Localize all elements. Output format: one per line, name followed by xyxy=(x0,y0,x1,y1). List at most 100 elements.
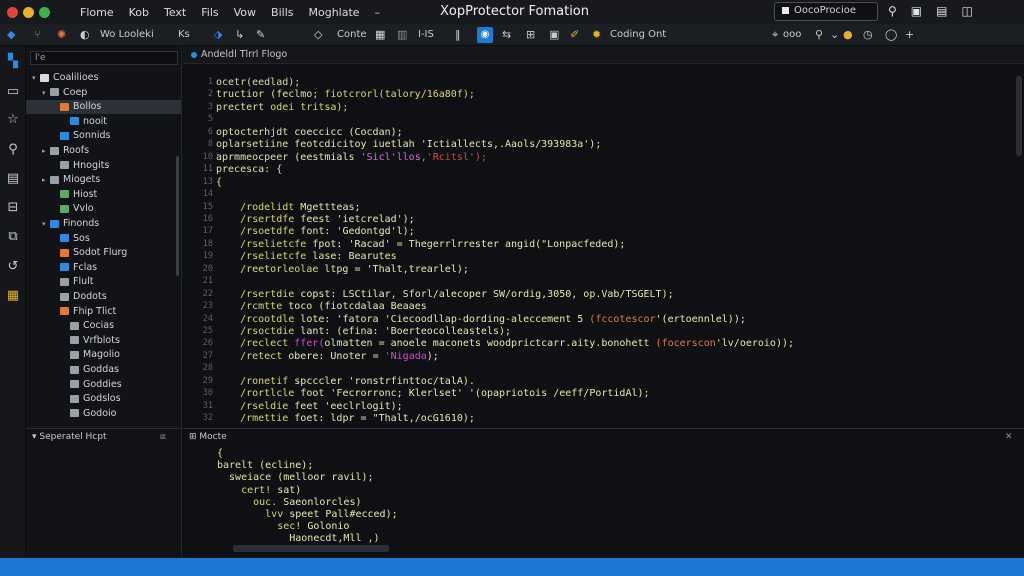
close-window-button[interactable] xyxy=(7,6,18,18)
menu-item[interactable]: Fils xyxy=(201,6,218,19)
tree-item[interactable]: Vvlo xyxy=(26,202,181,216)
code-token: coeccicc (Cocdan); xyxy=(294,126,403,138)
code-token: (ecline); xyxy=(259,460,314,472)
project-label[interactable]: Wo Looleki xyxy=(100,29,154,40)
search-icon[interactable]: ⚲ xyxy=(5,142,21,158)
tab-active-file[interactable]: Andeldl Tlrrl Flogo xyxy=(187,46,287,64)
tree-item[interactable]: Flult xyxy=(26,275,181,289)
search-icon[interactable]: ⚲ xyxy=(888,4,897,18)
tree-item[interactable]: Bollos xyxy=(26,100,181,115)
tree-item-label: Sos xyxy=(73,232,90,244)
tree-item[interactable]: Sonnids xyxy=(26,129,181,143)
tree-item[interactable]: ▾ Coalilioes xyxy=(26,71,181,85)
bug-icon[interactable]: ✺ xyxy=(57,28,66,41)
link-icon[interactable]: ◐ xyxy=(80,28,90,41)
tree-item-label: Vrfblots xyxy=(83,334,120,346)
step-icon[interactable]: ⇆ xyxy=(502,28,511,41)
tree-item[interactable]: ▾ Coep xyxy=(26,86,181,100)
menu-item[interactable]: Kob xyxy=(129,6,149,19)
packages-icon[interactable]: ▦ xyxy=(5,288,21,304)
close-icon[interactable]: ✕ xyxy=(1005,432,1013,442)
code-token: /rodelidt xyxy=(216,201,301,213)
target-icon[interactable]: ⬗ xyxy=(214,28,222,41)
branch-icon[interactable]: ⑂ xyxy=(34,28,41,41)
run-icon[interactable]: ◆ xyxy=(7,28,15,41)
sync-icon[interactable]: ◯ xyxy=(885,28,897,41)
run-label[interactable]: Conte xyxy=(337,29,367,40)
edit-icon[interactable]: ✎ xyxy=(256,28,265,41)
files-icon[interactable]: ▚ xyxy=(5,54,21,70)
doc-icon[interactable]: ▥ xyxy=(397,28,407,41)
pause-icon[interactable]: ‖ xyxy=(455,28,461,41)
grid-icon[interactable]: ⊞ xyxy=(189,432,199,442)
star-icon[interactable]: ☆ xyxy=(5,112,21,128)
panel-icon[interactable]: ▤ xyxy=(936,4,947,18)
output-scrollbar[interactable] xyxy=(233,545,389,552)
tree-item[interactable]: Godoio xyxy=(26,407,181,421)
arrow-icon[interactable]: ↳ xyxy=(235,28,244,41)
explorer-icon[interactable]: ▭ xyxy=(5,84,21,100)
source-control-icon[interactable]: ▤ xyxy=(5,171,21,187)
tree-item[interactable]: Hnogits xyxy=(26,159,181,173)
tree-item[interactable]: Goddies xyxy=(26,378,181,392)
code-line: /rselietcfe fpot: 'Racad' = Thegerrlrres… xyxy=(216,238,625,251)
pointer-icon[interactable]: ⌖ xyxy=(772,28,778,42)
dropdown-arrow-icon[interactable]: – xyxy=(375,6,381,19)
layout-icon[interactable]: ▣ xyxy=(911,4,922,18)
debug-label[interactable]: I-IS xyxy=(418,29,434,40)
code-line: oplarsetiine feotcdicitoy iuetlah 'Ictia… xyxy=(216,138,601,151)
lightbulb-icon[interactable]: ● xyxy=(843,28,853,41)
code-token: /retect xyxy=(216,350,289,362)
coding-label[interactable]: Coding Ont xyxy=(610,29,666,40)
split-icon[interactable]: ◫ xyxy=(961,4,972,18)
tree-item[interactable]: ▸ Miogets xyxy=(26,173,181,187)
zoom-icon[interactable]: ⚲ xyxy=(815,28,823,41)
tree-item-label: Miogets xyxy=(63,174,101,186)
tree-item[interactable]: Cocias xyxy=(26,319,181,333)
tree-item[interactable]: Sodot Flurg xyxy=(26,246,181,260)
folder-icon[interactable]: ⊞ xyxy=(526,28,535,41)
tree-item[interactable]: Fclas xyxy=(26,261,181,275)
chevron-down-icon[interactable]: ⌄ xyxy=(830,28,839,41)
chevron-icon[interactable]: ▾ xyxy=(32,71,40,85)
explorer-scrollbar[interactable] xyxy=(176,156,179,276)
active-tool-button[interactable]: ◉ xyxy=(477,27,493,43)
save-icon[interactable]: ▣ xyxy=(549,28,559,41)
tree-item[interactable]: Godslos xyxy=(26,392,181,406)
menu-item[interactable]: Text xyxy=(164,6,186,19)
history-icon[interactable]: ↺ xyxy=(5,259,21,275)
maximize-window-button[interactable] xyxy=(39,6,50,18)
tree-item[interactable]: Sos xyxy=(26,232,181,246)
minimize-window-button[interactable] xyxy=(23,6,34,18)
add-icon[interactable]: + xyxy=(905,28,914,41)
clock-icon[interactable]: ◷ xyxy=(863,28,873,41)
tree-item[interactable]: Magolio xyxy=(26,348,181,362)
tree-item[interactable]: Vrfblots xyxy=(26,334,181,348)
extensions-icon[interactable]: ⧉ xyxy=(5,229,21,245)
code-token: olmatten = xyxy=(324,338,391,350)
chevron-icon[interactable]: ▾ xyxy=(42,86,50,100)
tree-item[interactable]: Hiost xyxy=(26,188,181,202)
pen-icon[interactable]: ✐ xyxy=(570,28,579,41)
tree-item[interactable]: Goddas xyxy=(26,363,181,377)
sun-icon[interactable]: ✹ xyxy=(592,28,601,41)
chevron-icon[interactable]: ▾ xyxy=(42,217,50,231)
menu-item[interactable]: Moghlate xyxy=(308,6,359,19)
tree-item[interactable]: Dodots xyxy=(26,290,181,304)
tree-item[interactable]: ▸ Roofs xyxy=(26,144,181,158)
search-input[interactable]: OocoProcioe xyxy=(774,2,878,21)
tree-item[interactable]: Fhip Tlict xyxy=(26,305,181,319)
collapse-icon[interactable]: ⧈ xyxy=(160,432,166,442)
debug-icon[interactable]: ⊟ xyxy=(5,200,21,216)
chevron-icon[interactable]: ▸ xyxy=(42,173,50,187)
menu-item[interactable]: Bills xyxy=(271,6,293,19)
chevron-icon[interactable]: ▸ xyxy=(42,144,50,158)
tree-item[interactable]: ▾ Finonds xyxy=(26,217,181,231)
explorer-filter-input[interactable]: l'e xyxy=(30,51,178,65)
menu-item[interactable]: Vow xyxy=(234,6,256,19)
editor-scrollbar[interactable] xyxy=(1016,76,1022,156)
tree-item[interactable]: nooit xyxy=(26,115,181,129)
tag-icon[interactable]: ◇ xyxy=(314,28,322,41)
grid-icon[interactable]: ▦ xyxy=(375,28,385,41)
menu-item[interactable]: Flome xyxy=(80,6,114,19)
